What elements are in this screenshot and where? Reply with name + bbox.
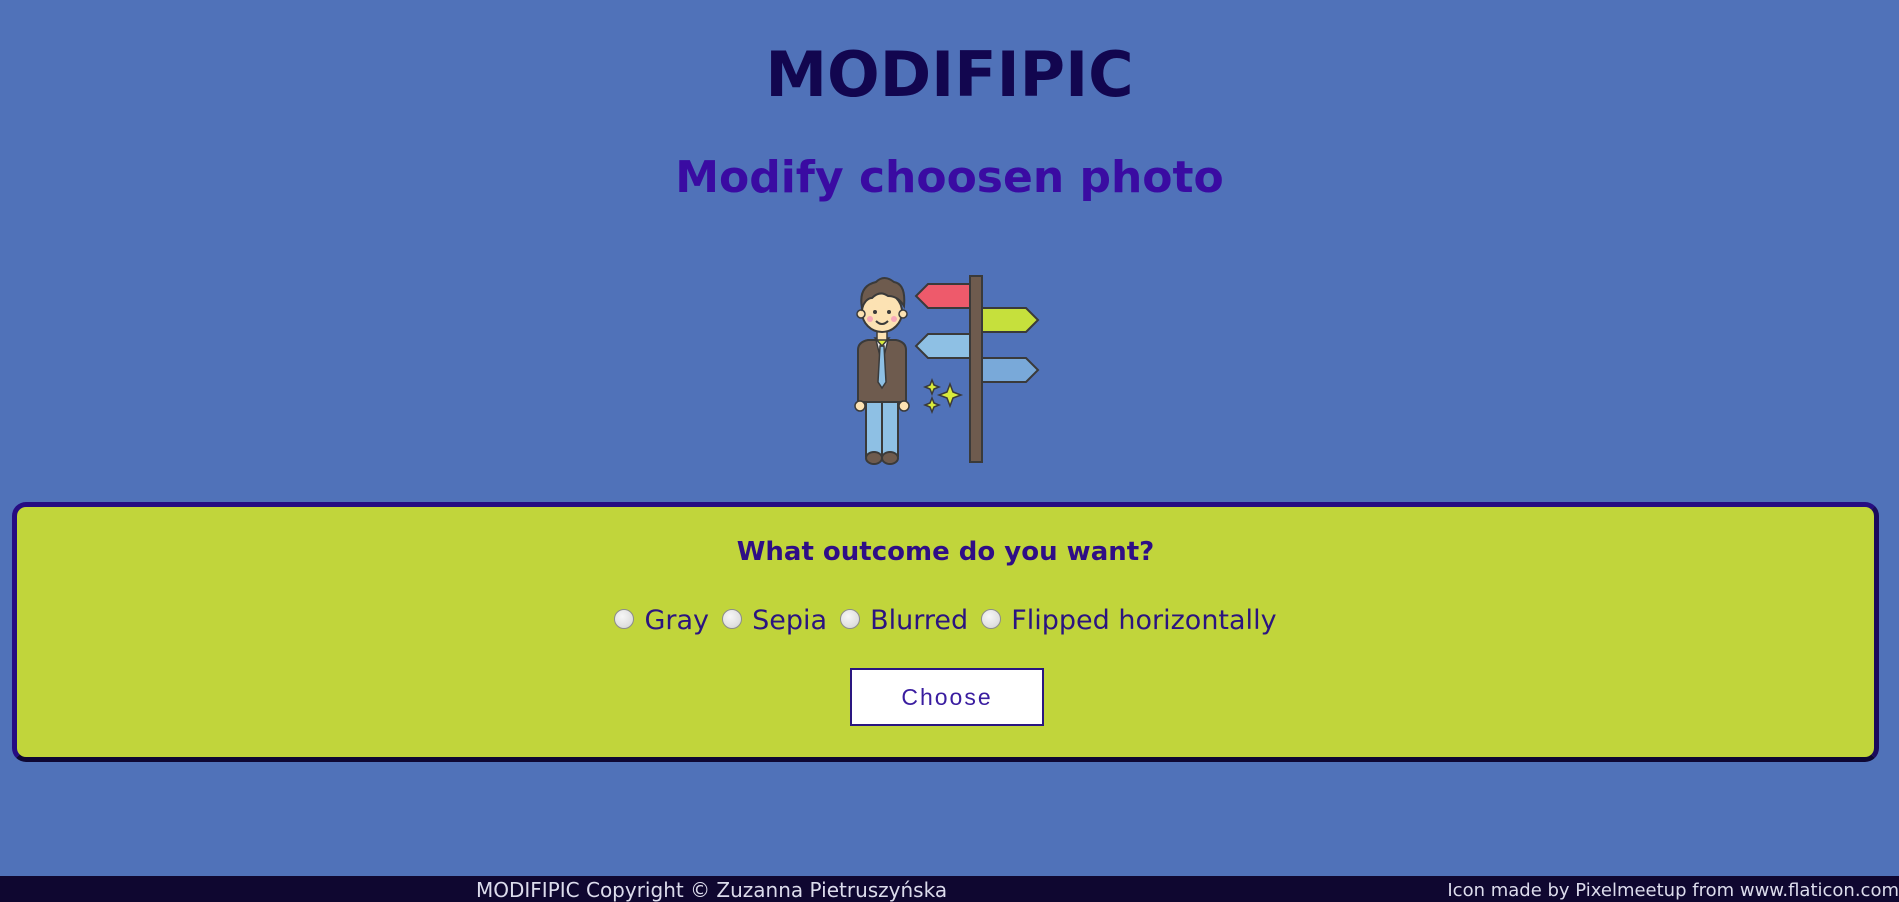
option-sepia-label[interactable]: Sepia bbox=[752, 605, 827, 636]
person-signpost-icon bbox=[854, 275, 1040, 465]
footer-credit: Icon made by Pixelmeetup from www.flatic… bbox=[1447, 880, 1899, 901]
option-sepia[interactable]: Sepia bbox=[722, 605, 827, 647]
option-flipped-horizontally[interactable]: Flipped horizontally bbox=[981, 605, 1277, 647]
option-flipped-horizontally-label[interactable]: Flipped horizontally bbox=[1011, 605, 1276, 636]
option-gray[interactable]: Gray bbox=[614, 605, 709, 647]
footer-copyright: MODIFIPIC Copyright © Zuzanna Pietruszyń… bbox=[476, 878, 948, 902]
option-blurred-label[interactable]: Blurred bbox=[870, 605, 968, 636]
radio-sepia[interactable] bbox=[722, 609, 743, 629]
radio-gray[interactable] bbox=[614, 609, 635, 629]
footer: MODIFIPIC Copyright © Zuzanna Pietruszyń… bbox=[0, 876, 1899, 902]
choose-button[interactable]: Choose bbox=[850, 668, 1044, 726]
page-subtitle: Modify choosen photo bbox=[675, 152, 1224, 203]
option-gray-label[interactable]: Gray bbox=[644, 605, 709, 636]
outcome-panel: What outcome do you want? Gray Sepia Blu… bbox=[12, 502, 1879, 762]
radio-blurred[interactable] bbox=[840, 609, 861, 629]
app-title: MODIFIPIC bbox=[765, 38, 1134, 111]
radio-flipped-horizontally[interactable] bbox=[981, 609, 1002, 629]
outcome-question: What outcome do you want? bbox=[736, 537, 1155, 567]
outcome-options: Gray Sepia Blurred Flipped horizontally bbox=[17, 605, 1874, 647]
option-blurred[interactable]: Blurred bbox=[840, 605, 968, 647]
